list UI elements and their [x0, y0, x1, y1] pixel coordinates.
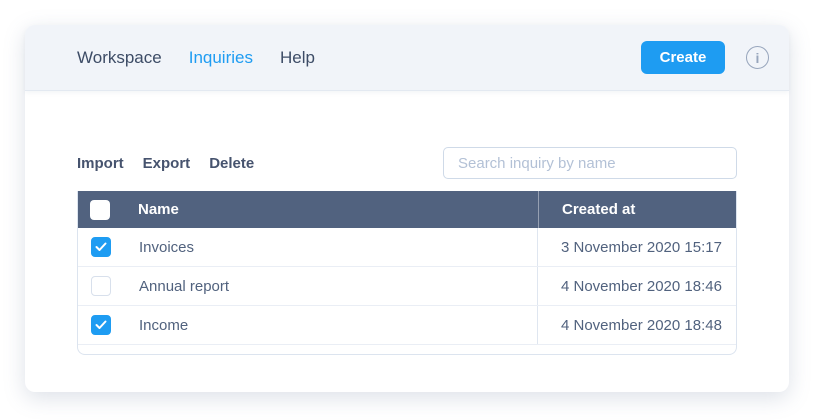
column-header-name: Name: [138, 201, 179, 218]
table-row[interactable]: Income 4 November 2020 18:48: [78, 306, 736, 345]
inquiry-name: Invoices: [139, 239, 194, 256]
table-body: Invoices 3 November 2020 15:17 Annual re…: [78, 228, 736, 345]
table-row[interactable]: Invoices 3 November 2020 15:17: [78, 228, 736, 267]
toolbar-actions: Import Export Delete: [77, 155, 254, 172]
import-button[interactable]: Import: [77, 155, 124, 172]
row-created-cell: 4 November 2020 18:48: [537, 306, 736, 344]
inquiries-table: Name Created at Invoices 3 November 2020…: [77, 191, 737, 355]
search-input[interactable]: [443, 147, 737, 179]
row-name-cell: Income: [111, 306, 537, 344]
row-name-cell: Invoices: [111, 228, 537, 266]
create-button[interactable]: Create: [641, 41, 725, 74]
inquiry-name: Annual report: [139, 278, 229, 295]
nav-item-help[interactable]: Help: [280, 48, 315, 68]
checkmark-icon: [95, 320, 107, 330]
row-checkbox[interactable]: [91, 276, 111, 296]
top-nav-bar: Workspace Inquiries Help Create i: [25, 25, 789, 91]
info-icon[interactable]: i: [746, 46, 769, 69]
row-checkbox-cell: [78, 228, 111, 266]
table-header-row: Name Created at: [77, 191, 737, 228]
row-created-cell: 4 November 2020 18:46: [537, 267, 736, 305]
inquiry-created-at: 4 November 2020 18:46: [561, 278, 722, 295]
select-all-checkbox[interactable]: [90, 200, 110, 220]
export-button[interactable]: Export: [143, 155, 191, 172]
nav-item-workspace[interactable]: Workspace: [77, 48, 162, 68]
header-created-cell: Created at: [538, 191, 737, 228]
header-name-cell: Name: [110, 191, 538, 228]
checkmark-icon: [95, 242, 107, 252]
table-toolbar: Import Export Delete: [77, 147, 737, 179]
row-created-cell: 3 November 2020 15:17: [537, 228, 736, 266]
row-checkbox-cell: [78, 267, 111, 305]
row-name-cell: Annual report: [111, 267, 537, 305]
row-checkbox[interactable]: [91, 315, 111, 335]
inquiry-name: Income: [139, 317, 188, 334]
row-checkbox[interactable]: [91, 237, 111, 257]
main-nav: Workspace Inquiries Help: [77, 48, 315, 68]
inquiry-created-at: 3 November 2020 15:17: [561, 239, 722, 256]
content-area: Import Export Delete Name: [25, 147, 789, 355]
inquiry-created-at: 4 November 2020 18:48: [561, 317, 722, 334]
table-row[interactable]: Annual report 4 November 2020 18:46: [78, 267, 736, 306]
header-checkbox-cell: [77, 191, 110, 228]
main-card: Workspace Inquiries Help Create i Import…: [25, 25, 789, 392]
nav-item-inquiries[interactable]: Inquiries: [189, 48, 253, 68]
delete-button[interactable]: Delete: [209, 155, 254, 172]
column-header-created-at: Created at: [562, 201, 635, 218]
row-checkbox-cell: [78, 306, 111, 344]
